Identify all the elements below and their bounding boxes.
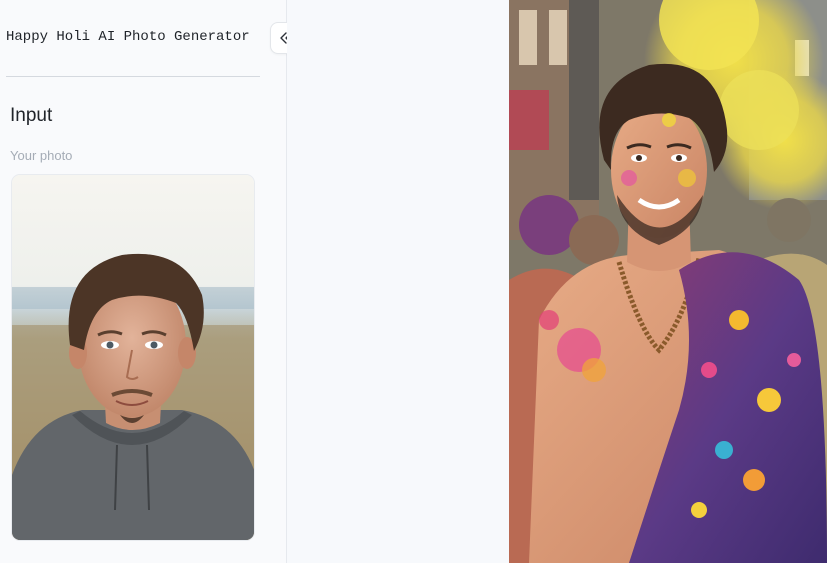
section-heading-input: Input: [10, 105, 53, 126]
main-area: [287, 0, 509, 563]
divider: [6, 76, 260, 77]
app-title: Happy Holi AI Photo Generator: [6, 29, 250, 45]
sidebar: Happy Holi AI Photo Generator Input Your…: [0, 0, 287, 563]
photo-field-label: Your photo: [10, 148, 73, 163]
output-photo[interactable]: [509, 0, 827, 563]
input-photo[interactable]: [11, 174, 255, 541]
